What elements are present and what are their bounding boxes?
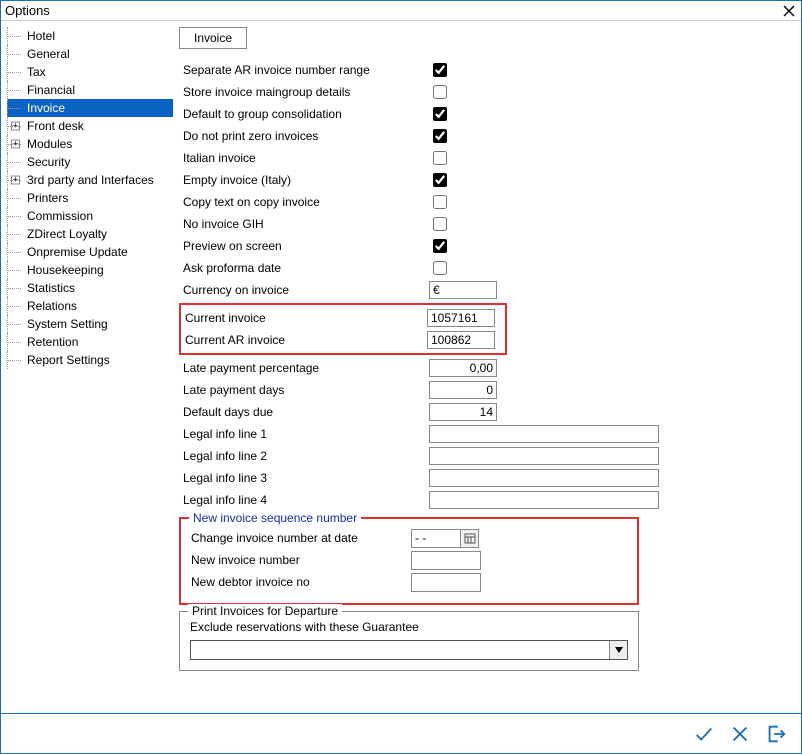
legal2-label: Legal info line 2 [179,449,429,463]
calendar-icon [464,532,476,544]
default-group-label: Default to group consolidation [179,107,429,121]
tree-item-commission[interactable]: Commission [7,207,173,225]
legal4-label: Legal info line 4 [179,493,429,507]
tree-item-housekeeping[interactable]: Housekeeping [7,261,173,279]
tree-item-tax[interactable]: Tax [7,63,173,81]
store-maingroup-label: Store invoice maingroup details [179,85,429,99]
currency-input[interactable] [429,281,497,299]
preview-label: Preview on screen [179,239,429,253]
calendar-button[interactable] [460,530,478,547]
italian-checkbox[interactable] [433,151,447,165]
tree-item-general[interactable]: General [7,45,173,63]
expand-icon[interactable]: + [11,140,20,149]
separate-ar-checkbox[interactable] [433,63,447,77]
exit-icon [765,723,787,745]
close-icon [729,723,751,745]
tree-item-financial[interactable]: Financial [7,81,173,99]
currency-label: Currency on invoice [179,283,429,297]
tree-item-modules[interactable]: +Modules [7,135,173,153]
options-tree: Hotel General Tax Financial Invoice +Fro… [1,21,173,713]
current-invoice-label: Current invoice [181,311,427,325]
change-at-date[interactable]: - - [411,529,479,548]
late-days-input[interactable] [429,381,497,399]
tree-item-onpremise[interactable]: Onpremise Update [7,243,173,261]
tree-item-retention[interactable]: Retention [7,333,173,351]
late-pct-input[interactable] [429,359,497,377]
exit-button[interactable] [763,721,789,747]
late-pct-label: Late payment percentage [179,361,429,375]
expand-icon[interactable]: + [11,122,20,131]
tree-item-front-desk[interactable]: +Front desk [7,117,173,135]
new-debtor-label: New debtor invoice no [191,575,411,589]
new-invoice-label: New invoice number [191,553,411,567]
exclude-guarantee-combo[interactable] [190,640,628,660]
combo-dropdown-button[interactable] [609,641,627,659]
window-title: Options [5,3,781,18]
departure-legend: Print Invoices for Departure [188,604,342,618]
options-window: Options Hotel General Tax Financial Invo… [0,0,802,754]
default-group-checkbox[interactable] [433,107,447,121]
separate-ar-label: Separate AR invoice number range [179,63,429,77]
tree-item-3rd-party[interactable]: +3rd party and Interfaces [7,171,173,189]
default-due-input[interactable] [429,403,497,421]
close-icon [783,5,795,17]
exclude-label: Exclude reservations with these Guarante… [190,620,628,634]
empty-italy-label: Empty invoice (Italy) [179,173,429,187]
legal3-label: Legal info line 3 [179,471,429,485]
tree-item-system-setting[interactable]: System Setting [7,315,173,333]
change-at-label: Change invoice number at date [191,531,411,545]
new-debtor-input[interactable] [411,573,481,592]
empty-italy-checkbox[interactable] [433,173,447,187]
chevron-down-icon [615,647,623,653]
tree-item-relations[interactable]: Relations [7,297,173,315]
footer [1,713,801,753]
legal1-input[interactable] [429,425,659,443]
preview-checkbox[interactable] [433,239,447,253]
expand-icon[interactable]: + [11,176,20,185]
no-zero-label: Do not print zero invoices [179,129,429,143]
ok-button[interactable] [691,721,717,747]
italian-label: Italian invoice [179,151,429,165]
ask-proforma-checkbox[interactable] [433,261,447,275]
sequence-number-group: New invoice sequence number Change invoi… [179,517,639,605]
late-days-label: Late payment days [179,383,429,397]
sequence-legend: New invoice sequence number [189,511,361,525]
legal1-label: Legal info line 1 [179,427,429,441]
current-invoice-input[interactable] [427,309,495,327]
current-invoice-highlight: Current invoice Current AR invoice [179,303,507,355]
no-gih-checkbox[interactable] [433,217,447,231]
tree-item-zdirect[interactable]: ZDirect Loyalty [7,225,173,243]
copy-text-label: Copy text on copy invoice [179,195,429,209]
titlebar: Options [1,1,801,21]
departure-group: Print Invoices for Departure Exclude res… [179,611,639,671]
content-pane: Invoice Separate AR invoice number range… [173,21,801,713]
tree-item-statistics[interactable]: Statistics [7,279,173,297]
tree-item-printers[interactable]: Printers [7,189,173,207]
legal2-input[interactable] [429,447,659,465]
legal4-input[interactable] [429,491,659,509]
tree-item-report-settings[interactable]: Report Settings [7,351,173,369]
legal3-input[interactable] [429,469,659,487]
tab-bar: Invoice [179,27,791,49]
tree-item-security[interactable]: Security [7,153,173,171]
no-gih-label: No invoice GIH [179,217,429,231]
tree-item-hotel[interactable]: Hotel [7,27,173,45]
ask-proforma-label: Ask proforma date [179,261,429,275]
new-invoice-input[interactable] [411,551,481,570]
current-ar-input[interactable] [427,331,495,349]
check-icon [693,723,715,745]
current-ar-label: Current AR invoice [181,333,427,347]
close-button[interactable] [781,3,797,19]
tree-item-invoice[interactable]: Invoice [7,99,173,117]
default-due-label: Default days due [179,405,429,419]
no-zero-checkbox[interactable] [433,129,447,143]
copy-text-checkbox[interactable] [433,195,447,209]
tab-invoice[interactable]: Invoice [179,27,247,49]
cancel-button[interactable] [727,721,753,747]
store-maingroup-checkbox[interactable] [433,85,447,99]
